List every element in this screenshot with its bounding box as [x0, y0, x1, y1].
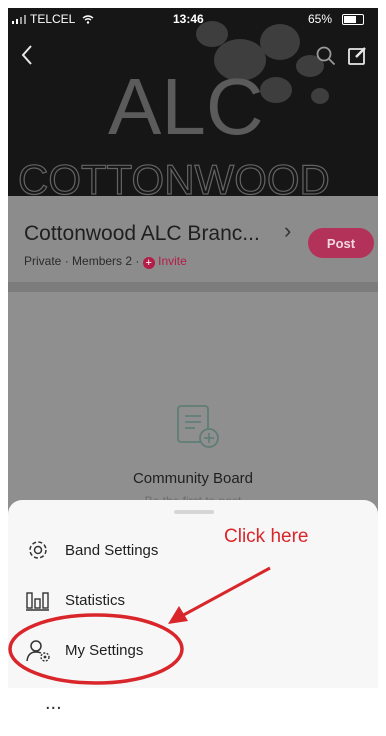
app-screen: ALC COTTONWOOD TELCEL 13:46 65% Cottonwo… — [8, 8, 378, 688]
click-here-annotation: Click here — [224, 526, 309, 547]
highlight-circle — [8, 613, 184, 685]
trailing-ellipsis: ... — [45, 692, 62, 714]
annotation-arrow — [177, 566, 271, 620]
annotation-overlay — [8, 566, 271, 685]
